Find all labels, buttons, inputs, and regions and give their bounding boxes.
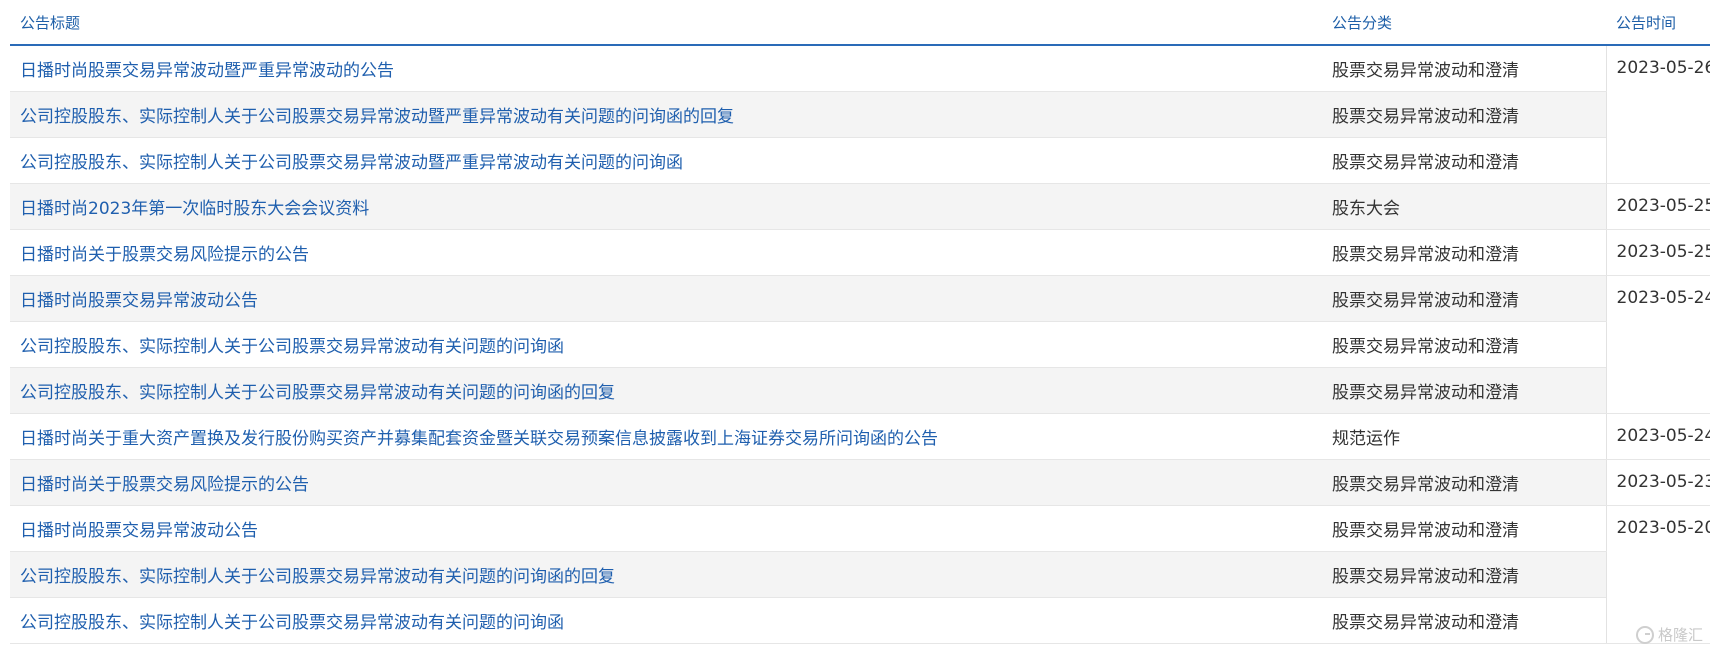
category-cell: 股票交易异常波动和澄清 — [1322, 459, 1606, 506]
title-cell: 日播时尚股票交易异常波动公告 — [10, 505, 1322, 552]
announcement-link[interactable]: 公司控股股东、实际控制人关于公司股票交易异常波动有关问题的问询函的回复 — [20, 383, 615, 403]
date-cell: 2023-05-25 — [1605, 229, 1710, 276]
category-cell: 股票交易异常波动和澄清 — [1322, 321, 1606, 368]
date-cell: 2023-05-24 — [1605, 275, 1710, 414]
watermark-text: 格隆汇 — [1657, 626, 1703, 644]
announcement-link[interactable]: 公司控股股东、实际控制人关于公司股票交易异常波动暨严重异常波动有关问题的问询函的… — [20, 107, 734, 127]
announcement-link[interactable]: 日播时尚关于股票交易风险提示的公告 — [20, 245, 309, 265]
date-cell: 2023-05-24 — [1605, 413, 1710, 460]
table-row: 日播时尚股票交易异常波动公告 股票交易异常波动和澄清 2023-05-20 — [10, 505, 1710, 644]
announcement-link[interactable]: 公司控股股东、实际控制人关于公司股票交易异常波动暨严重异常波动有关问题的问询函 — [20, 153, 683, 173]
watermark: 格隆汇 — [1635, 624, 1703, 645]
title-cell: 公司控股股东、实际控制人关于公司股票交易异常波动有关问题的问询函的回复 — [10, 551, 1322, 598]
category-cell: 股票交易异常波动和澄清 — [1322, 505, 1606, 552]
header-category: 公告分类 — [1322, 0, 1606, 46]
announcement-link[interactable]: 日播时尚股票交易异常波动公告 — [20, 291, 258, 311]
date-cell: 2023-05-25 — [1605, 183, 1710, 230]
table-row: 公司控股股东、实际控制人关于公司股票交易异常波动暨严重异常波动有关问题的问询函的… — [10, 91, 1710, 138]
announcement-link[interactable]: 公司控股股东、实际控制人关于公司股票交易异常波动有关问题的问询函的回复 — [20, 567, 615, 587]
table-row: 公司控股股东、实际控制人关于公司股票交易异常波动有关问题的问询函 股票交易异常波… — [10, 321, 1710, 368]
date-cell: 2023-05-20 — [1605, 505, 1710, 644]
title-cell: 日播时尚关于重大资产置换及发行股份购买资产并募集配套资金暨关联交易预案信息披露收… — [10, 413, 1322, 460]
title-cell: 公司控股股东、实际控制人关于公司股票交易异常波动暨严重异常波动有关问题的问询函 — [10, 137, 1322, 184]
table-row: 公司控股股东、实际控制人关于公司股票交易异常波动有关问题的问询函的回复 股票交易… — [10, 551, 1710, 598]
category-cell: 规范运作 — [1322, 413, 1606, 460]
title-cell: 日播时尚2023年第一次临时股东大会会议资料 — [10, 183, 1322, 230]
announcement-list: 公告标题 公告分类 公告时间 日播时尚股票交易异常波动暨严重异常波动的公告 股票… — [10, 0, 1710, 644]
category-cell: 股票交易异常波动和澄清 — [1322, 275, 1606, 322]
table-body: 日播时尚股票交易异常波动暨严重异常波动的公告 股票交易异常波动和澄清 2023-… — [10, 45, 1710, 644]
table-row: 公司控股股东、实际控制人关于公司股票交易异常波动有关问题的问询函 股票交易异常波… — [10, 597, 1710, 644]
title-cell: 公司控股股东、实际控制人关于公司股票交易异常波动暨严重异常波动有关问题的问询函的… — [10, 91, 1322, 138]
title-cell: 公司控股股东、实际控制人关于公司股票交易异常波动有关问题的问询函 — [10, 597, 1322, 644]
announcement-table: 公告标题 公告分类 公告时间 日播时尚股票交易异常波动暨严重异常波动的公告 股票… — [10, 0, 1710, 644]
category-cell: 股票交易异常波动和澄清 — [1322, 597, 1606, 644]
category-cell: 股票交易异常波动和澄清 — [1322, 137, 1606, 184]
table-row: 日播时尚关于重大资产置换及发行股份购买资产并募集配套资金暨关联交易预案信息披露收… — [10, 413, 1710, 460]
title-cell: 公司控股股东、实际控制人关于公司股票交易异常波动有关问题的问询函的回复 — [10, 367, 1322, 414]
announcement-link[interactable]: 日播时尚股票交易异常波动暨严重异常波动的公告 — [20, 61, 394, 81]
announcement-link[interactable]: 公司控股股东、实际控制人关于公司股票交易异常波动有关问题的问询函 — [20, 337, 564, 357]
header-title: 公告标题 — [10, 0, 1322, 46]
table-row: 日播时尚关于股票交易风险提示的公告 股票交易异常波动和澄清 2023-05-23 — [10, 459, 1710, 506]
category-cell: 股票交易异常波动和澄清 — [1322, 551, 1606, 598]
table-row: 公司控股股东、实际控制人关于公司股票交易异常波动有关问题的问询函的回复 股票交易… — [10, 367, 1710, 414]
title-cell: 日播时尚股票交易异常波动暨严重异常波动的公告 — [10, 45, 1322, 92]
date-cell: 2023-05-26 — [1605, 45, 1710, 184]
category-cell: 股东大会 — [1322, 183, 1606, 230]
glh-logo-icon — [1635, 625, 1654, 644]
title-cell: 日播时尚关于股票交易风险提示的公告 — [10, 459, 1322, 506]
table-row: 日播时尚关于股票交易风险提示的公告 股票交易异常波动和澄清 2023-05-25 — [10, 229, 1710, 276]
announcement-link[interactable]: 日播时尚关于股票交易风险提示的公告 — [20, 475, 309, 495]
table-row: 日播时尚股票交易异常波动公告 股票交易异常波动和澄清 2023-05-24 — [10, 275, 1710, 414]
category-cell: 股票交易异常波动和澄清 — [1322, 45, 1606, 92]
title-cell: 日播时尚关于股票交易风险提示的公告 — [10, 229, 1322, 276]
header-date: 公告时间 — [1606, 0, 1710, 46]
title-cell: 公司控股股东、实际控制人关于公司股票交易异常波动有关问题的问询函 — [10, 321, 1322, 368]
table-row: 公司控股股东、实际控制人关于公司股票交易异常波动暨严重异常波动有关问题的问询函 … — [10, 137, 1710, 184]
title-cell: 日播时尚股票交易异常波动公告 — [10, 275, 1322, 322]
announcement-link[interactable]: 公司控股股东、实际控制人关于公司股票交易异常波动有关问题的问询函 — [20, 613, 564, 633]
announcement-link[interactable]: 日播时尚2023年第一次临时股东大会会议资料 — [20, 199, 369, 219]
category-cell: 股票交易异常波动和澄清 — [1322, 91, 1606, 138]
table-row: 日播时尚2023年第一次临时股东大会会议资料 股东大会 2023-05-25 — [10, 183, 1710, 230]
announcement-link[interactable]: 日播时尚关于重大资产置换及发行股份购买资产并募集配套资金暨关联交易预案信息披露收… — [20, 429, 938, 449]
date-cell: 2023-05-23 — [1605, 459, 1710, 506]
table-header: 公告标题 公告分类 公告时间 — [10, 0, 1710, 46]
category-cell: 股票交易异常波动和澄清 — [1322, 229, 1606, 276]
announcement-link[interactable]: 日播时尚股票交易异常波动公告 — [20, 521, 258, 541]
category-cell: 股票交易异常波动和澄清 — [1322, 367, 1606, 414]
table-row: 日播时尚股票交易异常波动暨严重异常波动的公告 股票交易异常波动和澄清 2023-… — [10, 45, 1710, 184]
